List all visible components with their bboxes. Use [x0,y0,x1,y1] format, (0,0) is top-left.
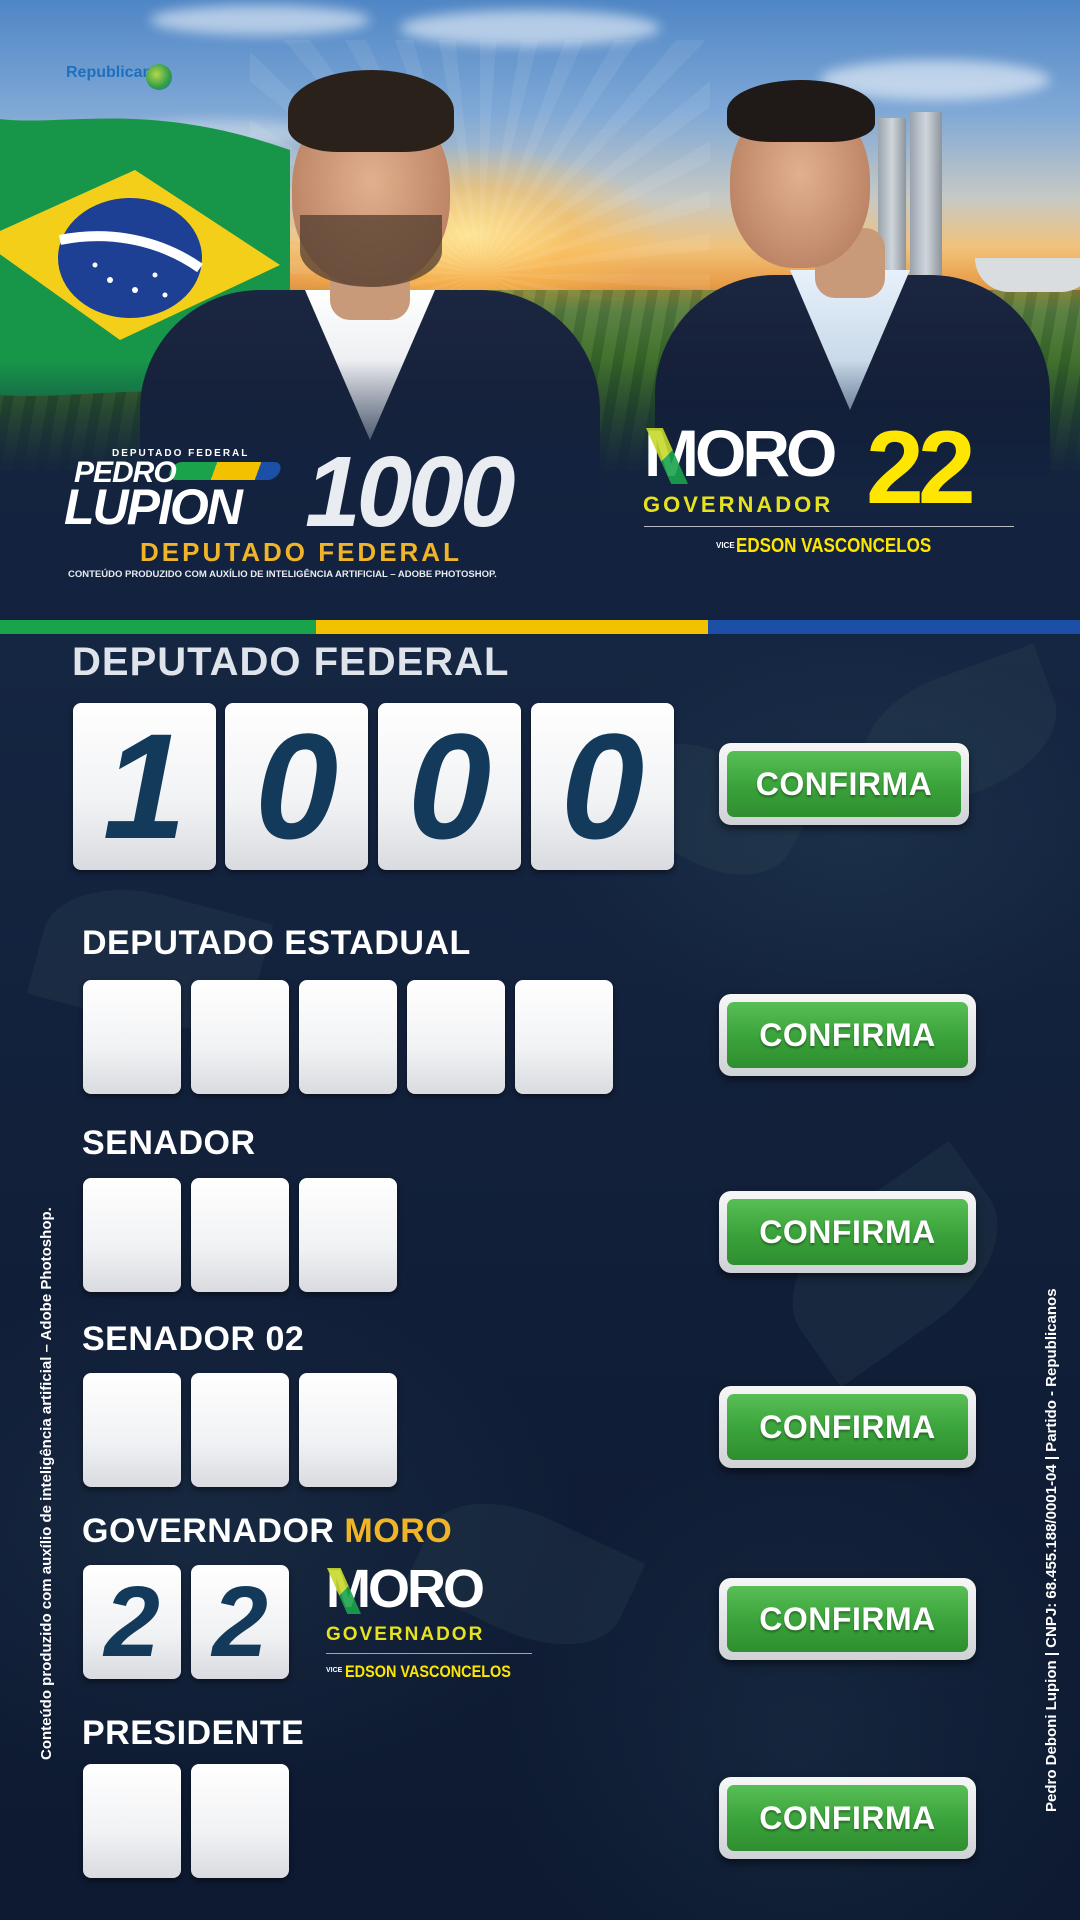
moro-mini-role: GOVERNADOR [326,1624,485,1645]
hero-banner: Republicanos DEPUTADO FEDERAL PEDRO LUPI… [0,0,1080,620]
confirm-button-deputado-federal[interactable]: CONFIRMA [719,743,969,825]
moro-role: GOVERNADOR [643,492,834,517]
confirm-button-governador[interactable]: CONFIRMA [719,1578,976,1660]
moro-mini-divider [326,1653,532,1654]
digit-value: 0 [254,702,339,870]
digit-box[interactable]: 0 [225,702,368,870]
congress-dome [975,258,1080,292]
digit-box[interactable]: 2 [83,1565,181,1679]
cloud [150,5,370,35]
digit-box[interactable]: 1 [73,702,216,870]
section-label-senador-02: SENADOR 02 [82,1320,305,1358]
digit-value: 2 [212,1565,268,1678]
confirm-label: CONFIRMA [727,1785,968,1851]
digit-box[interactable] [83,980,181,1094]
confirm-button-senador[interactable]: CONFIRMA [719,1191,976,1273]
section-label-governador-highlight: MORO [344,1512,453,1550]
digit-box[interactable] [299,1178,397,1292]
section-label-senador: SENADOR [82,1124,256,1162]
digit-box[interactable]: 2 [191,1565,289,1679]
lupion-last-name: LUPION [64,479,243,535]
confirm-button-senador-02[interactable]: CONFIRMA [719,1386,976,1468]
moro-mini-vice-name: EDSON VASCONCELOS [345,1662,511,1681]
campaign-poster: Republicanos DEPUTADO FEDERAL PEDRO LUPI… [0,0,1080,1920]
digit-box[interactable] [299,1373,397,1487]
digit-box[interactable] [83,1373,181,1487]
digit-value: 0 [407,702,492,870]
moro-vice-label: VICE [716,541,735,550]
lupion-number: 1000 [305,436,515,548]
side-legal-right: Pedro Deboni Lupion | CNPJ: 68.455.188/0… [1043,1288,1060,1812]
moro-divider [644,526,1014,527]
digit-value: 2 [104,1565,160,1678]
confirm-button-deputado-estadual[interactable]: CONFIRMA [719,994,976,1076]
digit-box[interactable] [83,1764,181,1878]
digit-box[interactable]: 0 [531,702,674,870]
digit-box[interactable] [191,1373,289,1487]
digit-box[interactable] [299,980,397,1094]
digit-value: 0 [560,702,645,870]
moro-number: 22 [866,410,976,526]
ai-disclaimer: CONTEÚDO PRODUZIDO COM AUXÍLIO DE INTELI… [68,569,497,580]
section-label-deputado-estadual: DEPUTADO ESTADUAL [82,924,471,962]
digit-box[interactable] [83,1178,181,1292]
section-label-governador-text: GOVERNADOR [82,1512,335,1550]
cloud [400,10,660,46]
digit-box[interactable] [191,1178,289,1292]
confirm-label: CONFIRMA [727,1002,968,1068]
moro-mini-vice-label: VICE [326,1667,343,1674]
confirm-label: CONFIRMA [727,1394,968,1460]
flag-color-stripe [0,620,1080,634]
section-label-presidente: PRESIDENTE [82,1714,305,1752]
digit-box[interactable]: 0 [378,702,521,870]
confirm-label: CONFIRMA [727,1199,968,1265]
confirm-button-presidente[interactable]: CONFIRMA [719,1777,976,1859]
moro-vice-name: EDSON VASCONCELOS [736,535,932,557]
digit-box[interactable] [191,1764,289,1878]
party-logo-icon [146,64,172,90]
digit-value: 1 [102,702,187,870]
lupion-role: DEPUTADO FEDERAL [140,537,462,567]
confirm-label: CONFIRMA [727,751,961,817]
side-disclaimer-left: Conteúdo produzido com auxílio de inteli… [38,1207,55,1760]
section-label-deputado-federal: DEPUTADO FEDERAL [72,640,510,684]
digit-box[interactable] [191,980,289,1094]
digit-box[interactable] [515,980,613,1094]
digit-box[interactable] [407,980,505,1094]
section-label-governador: GOVERNADOR MORO [82,1512,452,1551]
congress-tower [910,112,942,288]
confirm-label: CONFIRMA [727,1586,968,1652]
